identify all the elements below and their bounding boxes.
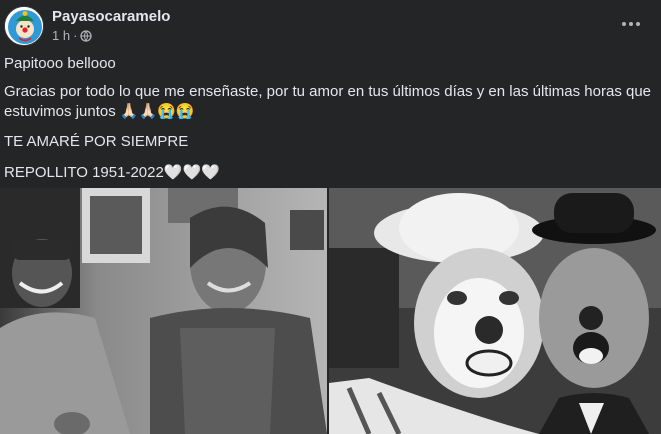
more-options-dot (636, 22, 640, 26)
photo-grid (0, 188, 661, 434)
more-options-icon (622, 22, 626, 26)
globe-icon[interactable] (80, 29, 93, 42)
meta-separator: · (73, 28, 78, 43)
post-timestamp[interactable]: 1 h (52, 28, 70, 43)
more-options-button[interactable] (619, 12, 643, 36)
page-avatar[interactable] (4, 6, 44, 46)
photo-two-clowns[interactable] (329, 188, 661, 434)
post-line-3: TE AMARÉ POR SIEMPRE (4, 133, 189, 150)
clown-avatar-icon (5, 7, 43, 45)
post-line-4: REPOLLITO 1951-2022🤍🤍🤍 (4, 164, 220, 181)
photo-two-men-smiling[interactable] (0, 188, 327, 434)
page-name-link[interactable]: Payasocaramelo (52, 8, 170, 25)
post-line-1: Papitooo bellooo (4, 55, 116, 72)
more-options-dot (629, 22, 633, 26)
post-message: Papitooo bellooo Gracias por todo lo que… (4, 54, 654, 195)
post-header: Payasocaramelo 1 h · (0, 0, 661, 50)
post-line-2: Gracias por todo lo que me enseñaste, po… (4, 83, 652, 120)
post-meta: 1 h · (52, 28, 93, 43)
